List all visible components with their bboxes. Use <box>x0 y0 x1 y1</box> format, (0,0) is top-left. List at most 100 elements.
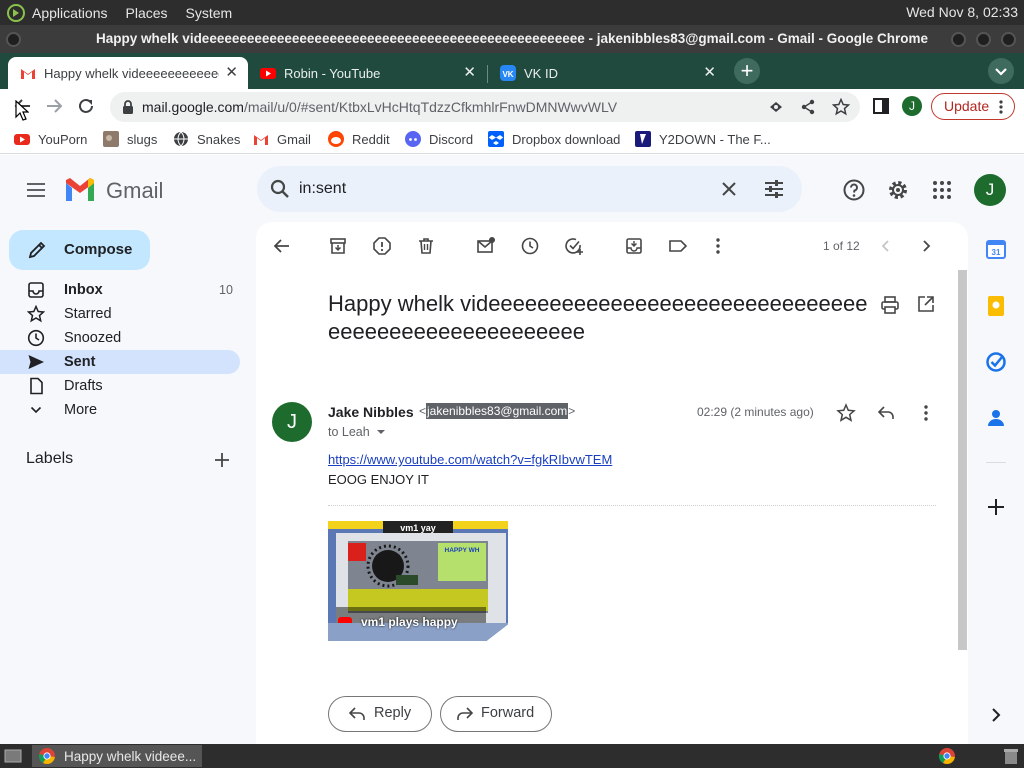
chrome-icon <box>38 748 55 765</box>
recipient-line[interactable]: to Leah <box>328 425 386 439</box>
os-menu-places[interactable]: Places <box>126 5 168 21</box>
keep-icon[interactable] <box>985 295 1007 317</box>
side-panel-icon[interactable] <box>872 97 890 115</box>
search-input[interactable] <box>299 177 699 201</box>
forward-button[interactable]: Forward <box>440 696 552 732</box>
add-task-icon[interactable] <box>564 236 584 256</box>
bookmark-discord[interactable]: Discord <box>405 131 473 147</box>
star-icon[interactable] <box>836 403 856 423</box>
update-button[interactable]: Update <box>931 93 1015 120</box>
os-clock[interactable]: Wed Nov 8, 02:33 <box>906 4 1018 20</box>
forward-button[interactable] <box>43 95 65 117</box>
bookmark-star-icon[interactable] <box>832 98 850 116</box>
window-close-button[interactable] <box>1001 32 1016 47</box>
address-bar[interactable]: mail.google.com/mail/u/0/#sent/KtbxLvHcH… <box>110 92 860 122</box>
mark-unread-icon[interactable] <box>476 236 496 256</box>
nav-sent[interactable]: Sent <box>0 350 240 374</box>
chevron-left-icon[interactable] <box>876 236 896 256</box>
more-vert-icon[interactable] <box>916 403 936 423</box>
account-avatar[interactable]: J <box>974 174 1006 206</box>
bookmark-slugs[interactable]: slugs <box>103 131 157 147</box>
nav-inbox[interactable]: Inbox 10 <box>0 278 240 302</box>
bookmark-gmail[interactable]: Gmail <box>253 131 311 147</box>
eye-icon[interactable] <box>768 99 784 115</box>
os-top-panel: Applications Places System Wed Nov 8, 02… <box>0 0 1024 25</box>
reply-button[interactable]: Reply <box>328 696 432 732</box>
snooze-clock-icon[interactable] <box>520 236 540 256</box>
move-to-icon[interactable] <box>624 236 644 256</box>
plus-icon[interactable] <box>985 496 1007 518</box>
more-vert-icon[interactable] <box>708 236 728 256</box>
back-arrow-icon[interactable] <box>272 236 292 256</box>
plus-icon[interactable] <box>212 450 232 470</box>
bookmark-reddit[interactable]: Reddit <box>328 131 390 147</box>
search-icon[interactable] <box>269 178 291 200</box>
taskbar-chrome-window[interactable]: Happy whelk videee... <box>32 745 202 767</box>
contacts-icon[interactable] <box>985 407 1007 429</box>
url-text[interactable]: mail.google.com/mail/u/0/#sent/KtbxLvHcH… <box>142 99 617 115</box>
window-title: Happy whelk videeeeeeeeeeeeeeeeeeeeeeeee… <box>0 25 1024 53</box>
email-scrollbar[interactable] <box>958 270 967 650</box>
tab-search-button[interactable] <box>988 58 1014 84</box>
window-minimize-button[interactable] <box>951 32 966 47</box>
labels-heading: Labels <box>26 450 74 467</box>
nav-drafts[interactable]: Drafts <box>0 374 240 398</box>
sender-email[interactable]: <jakenibbles83@gmail.com> <box>419 403 575 419</box>
settings-gear-icon[interactable] <box>886 178 910 202</box>
chevron-right-icon[interactable] <box>985 704 1007 726</box>
nav-snoozed[interactable]: Snoozed <box>0 326 240 350</box>
chrome-tray-icon[interactable] <box>938 747 956 765</box>
dropdown-arrow-icon[interactable] <box>376 427 386 437</box>
new-tab-button[interactable]: + <box>734 58 760 84</box>
os-menu-system[interactable]: System <box>186 5 233 21</box>
trash-tray-icon[interactable] <box>1002 747 1020 765</box>
help-icon[interactable] <box>842 178 866 202</box>
open-new-window-icon[interactable] <box>916 294 936 314</box>
inbox-icon <box>28 282 44 298</box>
reply-icon[interactable] <box>876 403 896 423</box>
bookmark-dropbox-download[interactable]: Dropbox download <box>488 131 620 147</box>
tab-close-icon[interactable]: ✕ <box>225 65 238 81</box>
window-maximize-button[interactable] <box>976 32 991 47</box>
show-desktop-icon[interactable] <box>4 747 22 765</box>
close-icon[interactable] <box>719 179 739 199</box>
share-icon[interactable] <box>800 99 816 115</box>
window-menu-button[interactable] <box>6 32 21 47</box>
sender-avatar[interactable]: J <box>272 402 312 442</box>
label-icon[interactable] <box>668 236 688 256</box>
hamburger-menu-icon[interactable] <box>26 180 46 200</box>
tab-vk-id[interactable]: VK VK ID ✕ <box>488 57 726 89</box>
bookmark-snakes[interactable]: Snakes <box>173 131 240 147</box>
lock-icon[interactable] <box>120 99 136 115</box>
gmail-search-bar[interactable] <box>257 166 802 212</box>
gmail-logo-icon[interactable] <box>64 177 96 203</box>
trash-icon[interactable] <box>416 236 436 256</box>
tasks-icon[interactable] <box>985 351 1007 373</box>
sender-name[interactable]: Jake Nibbles <box>328 404 414 420</box>
video-thumbnail[interactable]: vm1 yay HAPPY WH vm1 plays happy <box>328 521 508 641</box>
youtube-link[interactable]: https://www.youtube.com/watch?v=fgkRIbvw… <box>328 452 612 467</box>
tab-close-icon[interactable]: ✕ <box>703 65 716 81</box>
search-options-icon[interactable] <box>763 178 785 200</box>
bookmarks-bar: YouPorn slugs Snakes Gmail Reddit Discor… <box>0 125 1024 154</box>
nav-more[interactable]: More <box>0 398 240 422</box>
chevron-right-icon[interactable] <box>916 236 936 256</box>
draft-icon <box>30 377 43 395</box>
report-spam-icon[interactable] <box>372 236 392 256</box>
nav-starred[interactable]: Starred <box>0 302 240 326</box>
profile-avatar[interactable]: J <box>902 96 922 116</box>
os-menu-applications[interactable]: Applications <box>32 5 108 21</box>
tab-gmail[interactable]: Happy whelk videeeeeeeeeeeeeeeeeeeeeeeee… <box>8 57 248 89</box>
apps-grid-icon[interactable] <box>930 178 954 202</box>
bookmark-y2down[interactable]: Y2DOWN - The F... <box>635 131 771 147</box>
bookmark-youporn[interactable]: YouPorn <box>14 131 87 147</box>
distro-logo-icon[interactable] <box>6 3 26 23</box>
tab-youtube[interactable]: Robin - YouTube ✕ <box>248 57 486 89</box>
reload-button[interactable] <box>75 95 97 117</box>
tab-close-icon[interactable]: ✕ <box>463 65 476 81</box>
calendar-icon[interactable]: 31 <box>985 238 1007 260</box>
gmail-product-name[interactable]: Gmail <box>106 178 163 204</box>
compose-button[interactable]: Compose <box>9 230 150 270</box>
archive-icon[interactable] <box>328 236 348 256</box>
print-icon[interactable] <box>880 295 900 315</box>
